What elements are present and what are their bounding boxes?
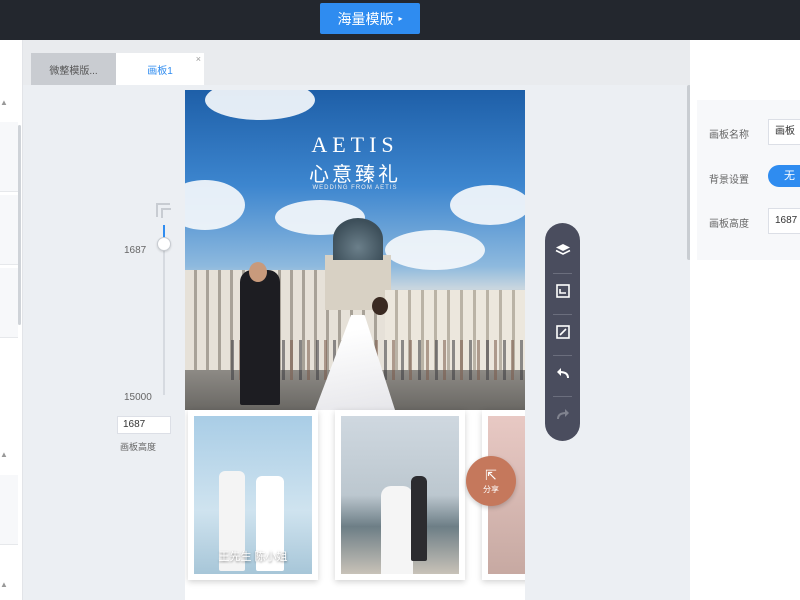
toolbar-divider (553, 355, 572, 356)
artboard-name-label: 画板名称 (709, 130, 749, 141)
template-library-label: 海量模版 (337, 10, 394, 27)
bride-head (372, 297, 388, 315)
brand-tagline: 心意臻礼 (309, 162, 401, 186)
collapse-up-icon[interactable]: ▲ (0, 580, 8, 589)
groom-head (249, 262, 267, 282)
left-panel-item[interactable] (0, 122, 18, 192)
left-panel-scrollbar[interactable] (18, 125, 21, 325)
preview-icon[interactable] (545, 276, 580, 306)
photo-cards-row: 王先生 陈小姐 (185, 410, 525, 600)
photo-card[interactable]: 王先生 陈小姐 (188, 410, 318, 580)
artboard-name-input[interactable]: 画板 (768, 119, 800, 145)
lake-couple-photo (341, 416, 459, 574)
toolbar-divider (553, 314, 572, 315)
background-label: 背景设置 (709, 175, 749, 186)
share-label: 分享 (483, 484, 499, 494)
toolbar-divider (553, 396, 572, 397)
toolbar-divider (553, 273, 572, 274)
tab-label: 微整模版... (49, 65, 98, 77)
close-icon[interactable]: × (196, 54, 201, 64)
height-slider-thumb[interactable] (157, 236, 171, 251)
redo-icon[interactable] (545, 399, 580, 429)
floating-toolbar (545, 223, 580, 441)
left-panel-item[interactable] (0, 475, 18, 545)
crop-icon (156, 203, 171, 218)
background-toggle[interactable]: 无 (768, 165, 800, 187)
left-panel-item[interactable] (0, 195, 18, 265)
tab-artboard-1[interactable]: 画板1 × (116, 53, 204, 85)
photo-card[interactable] (335, 410, 465, 580)
groom-figure (240, 270, 280, 405)
left-panel: ▲ ▲ ▲ (0, 40, 23, 600)
artboard-properties: 画板名称 画板 背景设置 无 画板高度 1687 (697, 100, 800, 260)
tab-bar: 微整模版... 画板1 × (23, 40, 690, 85)
brand-title: AETIS (311, 132, 399, 157)
layers-icon[interactable] (545, 235, 580, 265)
properties-panel: 画板名称 画板 背景设置 无 画板高度 1687 (690, 40, 800, 600)
left-panel-item[interactable] (0, 268, 18, 338)
hero-image[interactable]: AETIS 心意臻礼 WEDDING FROM AETIS (185, 90, 525, 410)
undo-icon[interactable] (545, 358, 580, 388)
caret-right-icon: ▸ (398, 14, 403, 23)
collapse-up-icon[interactable]: ▲ (0, 98, 8, 107)
share-button[interactable]: ⇱ 分享 (466, 456, 516, 506)
figure-shape (411, 476, 427, 561)
cloud-shape (385, 230, 485, 270)
artboard-height-input[interactable]: 1687 (768, 208, 800, 234)
brand-subtitle: WEDDING FROM AETIS (312, 185, 398, 191)
height-input[interactable]: 1687 (117, 416, 171, 434)
share-icon: ⇱ (485, 466, 497, 483)
cloud-shape (450, 185, 525, 225)
top-bar: 海量模版 ▸ (0, 0, 800, 40)
dome-shape (333, 218, 383, 260)
collapse-up-icon[interactable]: ▲ (0, 450, 8, 459)
slider-max-value: 15000 (124, 392, 152, 403)
template-library-button[interactable]: 海量模版 ▸ (320, 3, 420, 34)
figure-shape (381, 486, 413, 574)
card-caption: 王先生 陈小姐 (218, 551, 288, 563)
height-input-label: 画板高度 (120, 442, 157, 452)
slider-current-value: 1687 (124, 245, 147, 256)
tab-label: 画板1 (147, 65, 173, 77)
tab-template[interactable]: 微整模版... (31, 53, 116, 85)
artboard-canvas[interactable]: AETIS 心意臻礼 WEDDING FROM AETIS 王先生 陈小姐 (185, 90, 525, 600)
artboard-height-label: 画板高度 (709, 219, 749, 230)
edit-icon[interactable] (545, 317, 580, 347)
cloud-shape (205, 90, 315, 120)
beach-couple-photo: 王先生 陈小姐 (194, 416, 312, 574)
